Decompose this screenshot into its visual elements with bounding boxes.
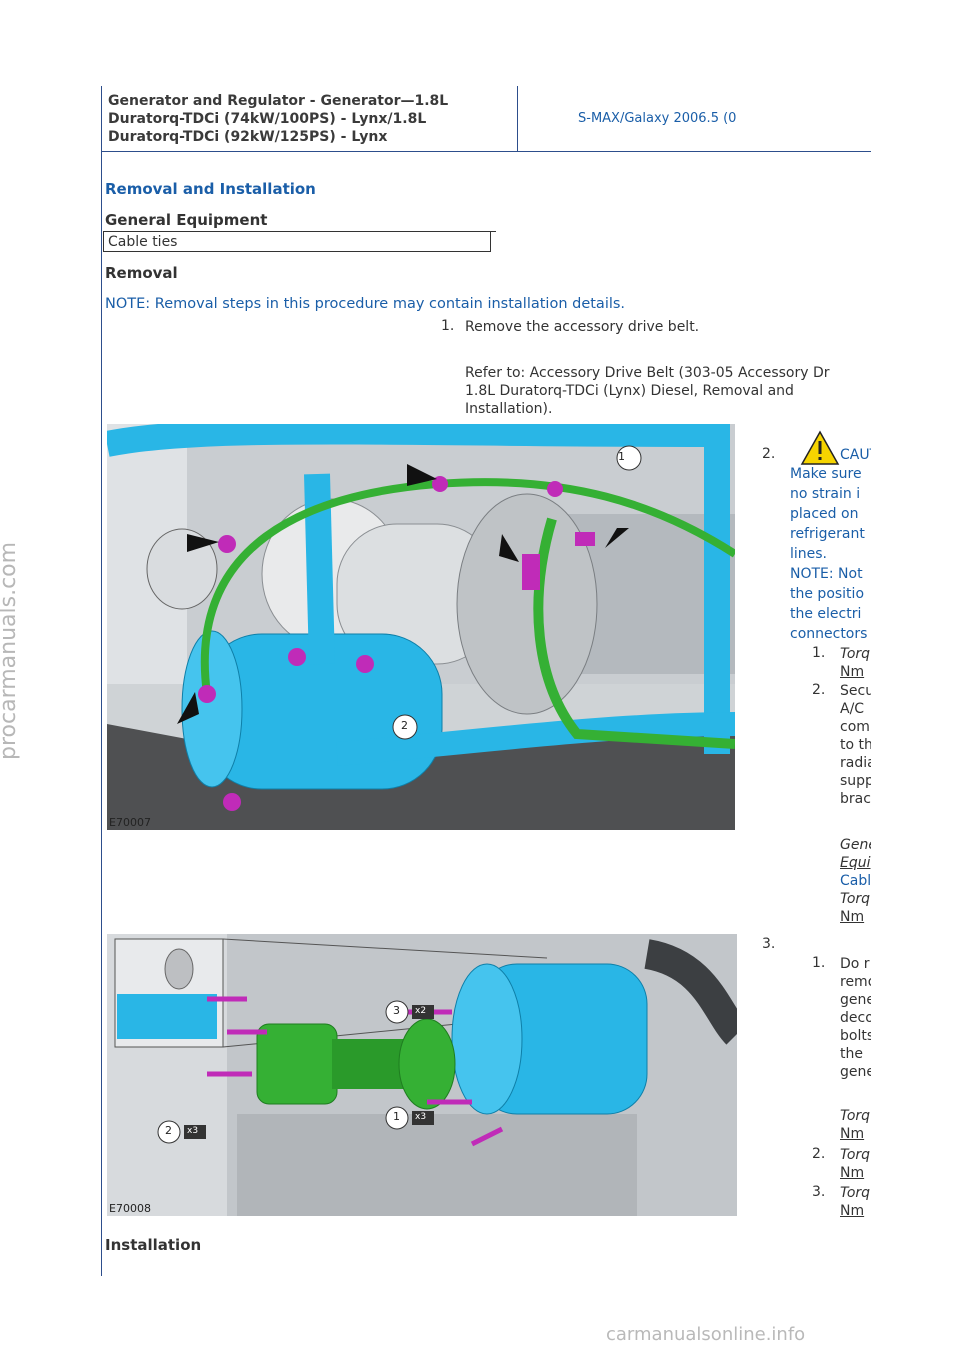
step-3-sub-1-number: 1.	[812, 955, 826, 971]
header-rule	[101, 151, 871, 152]
sub-1-line: bolts	[840, 1028, 871, 1044]
note-line: connectors	[790, 626, 868, 642]
sub-1-line: Do r	[840, 956, 870, 972]
sub-2-line: A/C	[840, 701, 865, 717]
callout-1: 1	[393, 1110, 400, 1123]
header-divider	[517, 86, 518, 152]
caution-line: refrigerant	[790, 526, 865, 542]
sub-1-line: gene	[840, 992, 871, 1008]
torque-label: Torq	[840, 1185, 871, 1201]
general-equipment-line: Equi	[840, 855, 871, 871]
ref-line-2: 1.8L Duratorq-TDCi (Lynx) Diesel, Remova…	[465, 383, 794, 399]
step-3-sub-3: Torq Nm	[840, 1184, 871, 1220]
watermark-carmanualsonline: carmanualsonline.info	[606, 1324, 806, 1345]
step-3-sub-2-number: 2.	[812, 1146, 826, 1162]
watermark-procarmanuals: procarmanuals.com	[0, 541, 21, 760]
torque-unit-link[interactable]: Nm	[840, 663, 871, 681]
multiplier-label: x2	[415, 1006, 427, 1016]
sub-2-line: brac	[840, 791, 871, 807]
torque-unit-link[interactable]: Nm	[840, 1202, 871, 1220]
ref-line-1: Refer to: Accessory Drive Belt (303-05 A…	[465, 365, 830, 381]
step-2-sub-2: Secu A/C com to th radia supp brac	[840, 682, 871, 808]
caution-line: lines.	[790, 546, 828, 562]
callout-3: 3	[393, 1004, 400, 1017]
multiplier-label: x3	[415, 1112, 427, 1122]
sub-2-line: Secu	[840, 683, 871, 699]
sub-2-line: to th	[840, 737, 871, 753]
title-line-3: Duratorq-TDCi (92kW/125PS) - Lynx	[108, 129, 388, 145]
step-2-sub-1: Torq Nm	[840, 645, 871, 681]
title-line-1: Generator and Regulator - Generator—1.8L	[108, 93, 449, 109]
step-1-reference-link[interactable]: Refer to: Accessory Drive Belt (303-05 A…	[465, 364, 871, 418]
general-equipment-heading: General Equipment	[105, 211, 268, 229]
table-edge	[491, 231, 496, 232]
sub-1-line: the	[840, 1046, 863, 1062]
sub-2-line: com	[840, 719, 870, 735]
caution-line: placed on	[790, 506, 859, 522]
page-title: Generator and Regulator - Generator—1.8L…	[108, 92, 513, 146]
callout-1: 1	[618, 450, 625, 463]
torque-label: Torq	[840, 646, 871, 662]
torque-unit-link[interactable]: Nm	[840, 908, 871, 926]
step-2-sub-1-number: 1.	[812, 645, 826, 661]
note-line: the electri	[790, 606, 862, 622]
step-3-sub-3-number: 3.	[812, 1184, 826, 1200]
figure-id: E70007	[109, 816, 151, 829]
installation-heading: Installation	[105, 1236, 202, 1254]
note-line: NOTE: Not	[790, 566, 863, 582]
torque-unit-link[interactable]: Nm	[840, 1164, 871, 1182]
figure-e70008-illustration	[107, 934, 737, 1216]
general-equipment-line: Gene	[840, 837, 871, 853]
caution-line: no strain i	[790, 486, 861, 502]
sub-2-line: supp	[840, 773, 871, 789]
sub-2-line: radia	[840, 755, 871, 771]
step-1-number: 1.	[441, 318, 455, 334]
section-title: Removal and Installation	[105, 180, 316, 198]
figure-e70007-illustration	[107, 424, 735, 830]
step-2-sub-2-number: 2.	[812, 682, 826, 698]
note-line: the positio	[790, 586, 865, 602]
callout-2: 2	[165, 1124, 172, 1137]
caution-label: CAUTI	[840, 447, 871, 463]
removal-heading: Removal	[105, 264, 178, 282]
torque-label: Torq	[840, 891, 871, 907]
figure-id: E70008	[109, 1202, 151, 1215]
sub-1-line: remo	[840, 974, 871, 990]
vehicle-model-link[interactable]: S-MAX/Galaxy 2006.5 (0	[578, 111, 871, 126]
torque-label: Torq	[840, 1147, 871, 1163]
step-3-number: 3.	[762, 936, 776, 952]
caution-warning-icon	[800, 430, 840, 465]
title-line-2: Duratorq-TDCi (74kW/100PS) - Lynx/1.8L	[108, 111, 427, 127]
figure-e70007: 1 2 E70007	[107, 424, 735, 830]
step-3-sub-1-torque: Torq Nm	[840, 1107, 871, 1143]
ref-line-3: Installation).	[465, 401, 553, 417]
step-2-equipment: Gene Equi Cabl Torq Nm	[840, 836, 871, 926]
removal-note: NOTE: Removal steps in this procedure ma…	[105, 296, 626, 312]
figure-e70008: 1 2 3 x3 x3 x2 E70008	[107, 934, 737, 1216]
callout-2: 2	[401, 719, 408, 732]
equipment-item: Cable ties	[103, 231, 491, 252]
caution-line: Make sure	[790, 466, 862, 482]
multiplier-label: x3	[187, 1126, 199, 1136]
sub-1-line: gene	[840, 1064, 871, 1080]
step-3-sub-2: Torq Nm	[840, 1146, 871, 1182]
step-1-text: Remove the accessory drive belt.	[465, 319, 700, 335]
torque-unit-link[interactable]: Nm	[840, 1125, 871, 1143]
torque-label: Torq	[840, 1108, 871, 1124]
caution-text: Make sure no strain i placed on refriger…	[790, 464, 871, 644]
step-3-sub-1: Do r remo gene deco bolts the gene	[840, 955, 871, 1081]
sub-1-line: deco	[840, 1010, 871, 1026]
step-2-number: 2.	[762, 446, 776, 462]
cable-ties-link[interactable]: Cabl	[840, 872, 871, 890]
